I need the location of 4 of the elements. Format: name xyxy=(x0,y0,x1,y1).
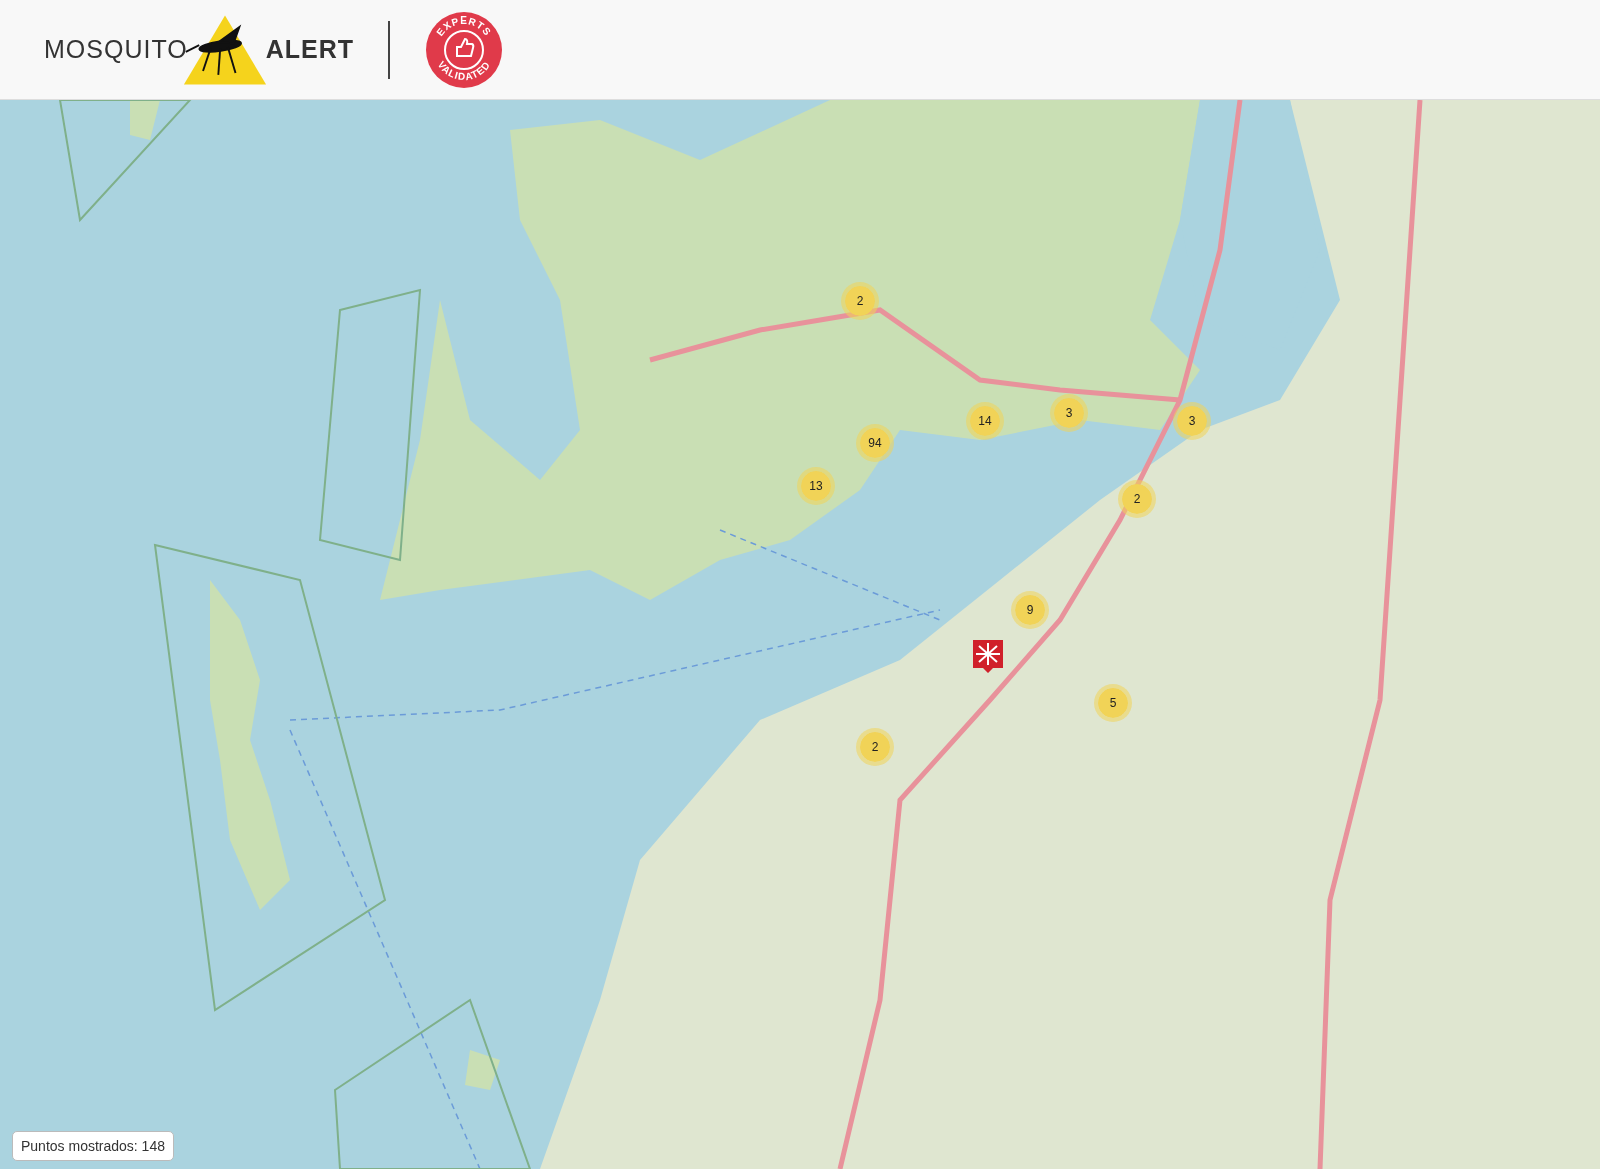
mosquito-marker-icon[interactable] xyxy=(971,638,1005,674)
logo-text: ALERT xyxy=(265,35,354,64)
points-counter: Puntos mostrados: 148 xyxy=(12,1131,174,1161)
logo-text: MOSQUITO xyxy=(44,35,188,64)
